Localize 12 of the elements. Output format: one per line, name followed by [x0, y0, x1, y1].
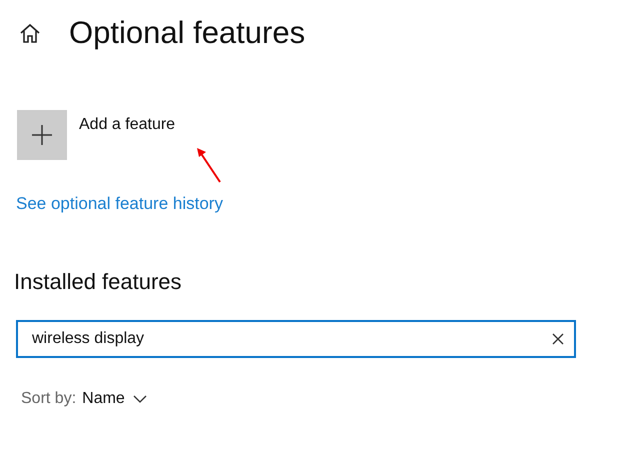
add-feature-label[interactable]: Add a feature [79, 116, 176, 134]
clear-icon[interactable] [552, 333, 564, 345]
arrow-icon [196, 147, 222, 183]
search-field[interactable]: wireless display [16, 320, 576, 358]
chevron-icon [132, 395, 147, 403]
sort-dropdown[interactable]: Name [82, 390, 147, 408]
section-heading: Installed features [14, 269, 183, 295]
sort-label: Sort by: [21, 390, 76, 408]
plus-icon [32, 125, 52, 145]
home-icon[interactable] [19, 23, 41, 43]
page-title: Optional features [69, 15, 306, 51]
history-link[interactable]: See optional feature history [16, 194, 223, 214]
